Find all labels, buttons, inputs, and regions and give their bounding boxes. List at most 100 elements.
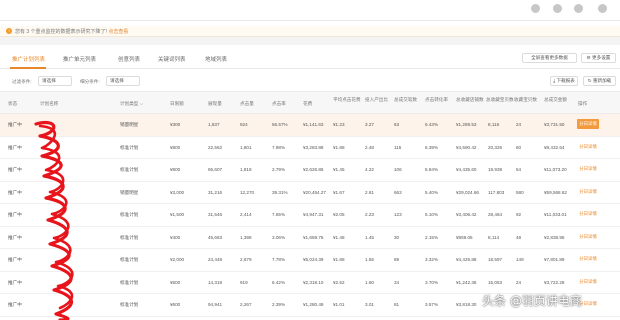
table-row[interactable]: 推广中 标准计划 ¥500 14,318 919 6.42% ¥2,318.10 ¥2.52 1… bbox=[0, 271, 620, 294]
help-icon[interactable] bbox=[574, 4, 583, 13]
cell-gmv: ¥7,801.89 bbox=[544, 257, 565, 262]
filter1-select[interactable]: 请选择 bbox=[38, 76, 72, 86]
table-row[interactable]: 推广中 标准计划 ¥2,000 24,448 2,679 7.78% ¥5,024.39 ¥1… bbox=[0, 249, 620, 272]
th-roi[interactable]: 投入产出比 bbox=[365, 97, 391, 103]
daily-detail-button[interactable]: 分日详情 bbox=[577, 187, 599, 197]
th-impressions[interactable]: 展现量 bbox=[208, 101, 222, 107]
cell-ctr: 3.06% bbox=[272, 234, 286, 240]
th-gmv[interactable]: 总成交金额 bbox=[544, 97, 574, 103]
top-divider bbox=[0, 20, 620, 21]
cell-type: 标准计划 bbox=[120, 144, 139, 150]
more-settings-button[interactable]: ⚙ 更多设置 bbox=[581, 53, 616, 63]
cell-budget: ¥3,000 bbox=[170, 189, 185, 195]
cell-shop-fav: ¥1,289.53 bbox=[456, 122, 477, 127]
th-clicks[interactable]: 点击量 bbox=[240, 101, 254, 107]
cell-orders: 30 bbox=[394, 234, 400, 240]
cell-shop-fav: ¥1,242.35 bbox=[456, 279, 477, 285]
cell-status: 推广中 bbox=[8, 122, 22, 127]
th-fav[interactable]: 收藏宝贝数 bbox=[514, 97, 542, 103]
th-budget[interactable]: 日限额 bbox=[170, 101, 184, 107]
table-row[interactable]: 推广中 销量明星 ¥3,000 31,216 12,270 39.31% ¥20,454.2… bbox=[0, 181, 620, 204]
message-icon[interactable] bbox=[553, 4, 562, 13]
cell-fav: 92 bbox=[516, 212, 522, 217]
cell-ctr: 7.98% bbox=[272, 144, 286, 150]
daily-detail-button[interactable]: 分日详情 bbox=[577, 209, 599, 219]
table-row[interactable]: 推广中 标准计划 ¥400 45,663 1,398 3.06% ¥1,659.75 ¥1.4… bbox=[0, 226, 620, 249]
cell-roi: 2.23 bbox=[365, 212, 374, 217]
cell-ctr: 39.31% bbox=[272, 189, 288, 195]
cell-impressions: 1,637 bbox=[208, 122, 220, 127]
cell-budget: ¥600 bbox=[170, 302, 181, 307]
table-row[interactable]: 推广中 标准计划 ¥800 22,562 1,801 7.98% ¥3,283.88 ¥1.8… bbox=[0, 136, 620, 159]
cell-budget: ¥800 bbox=[170, 167, 181, 172]
cell-clicks: 1,801 bbox=[240, 144, 252, 150]
cell-type: 标准计划 bbox=[120, 234, 139, 240]
user-avatar-icon[interactable] bbox=[531, 4, 540, 13]
daily-detail-button[interactable]: 分日详情 bbox=[577, 232, 599, 242]
cell-cost: ¥20,454.27 bbox=[303, 189, 326, 195]
table-row[interactable]: 推广中 销量明星 ¥300 1,637 924 56.57% ¥1,141.63 ¥1.23 3… bbox=[0, 114, 620, 137]
cell-type: 标准计划 bbox=[120, 257, 139, 262]
daily-detail-button[interactable]: 分日详情 bbox=[577, 277, 599, 287]
th-cpc[interactable]: 平均点击花费 bbox=[333, 97, 361, 103]
cell-cvr: 3.57% bbox=[425, 302, 439, 307]
cell-item-fav: 8,116 bbox=[488, 122, 500, 127]
th-shop-fav[interactable]: 总收藏店铺数 bbox=[456, 97, 484, 103]
tab-creative-list[interactable]: 创意列表 bbox=[118, 55, 140, 63]
cell-status: 推广中 bbox=[8, 167, 22, 172]
tab-campaign-list[interactable]: 推广计划列表 bbox=[12, 55, 45, 63]
tab-keyword-list[interactable]: 关键词列表 bbox=[158, 55, 186, 63]
cell-status: 推广中 bbox=[8, 302, 22, 307]
th-orders[interactable]: 总成交笔数 bbox=[394, 97, 422, 103]
watermark: 头条 @羽页讲电商 bbox=[482, 294, 582, 308]
daily-detail-button[interactable]: 分日详情 bbox=[577, 142, 599, 152]
cell-type: 标准计划 bbox=[120, 212, 139, 217]
filter-bar: 过滤条件: 请选择 细分条件: 请选择 ⤓ 下载报表 ↻ 重新加载 bbox=[0, 69, 620, 91]
daily-detail-button[interactable]: 分日详情 bbox=[577, 164, 599, 174]
daily-detail-button[interactable]: 分日详情 bbox=[577, 119, 599, 129]
section-gap bbox=[0, 37, 620, 45]
reload-button[interactable]: ↻ 重新加载 bbox=[583, 76, 616, 86]
th-type[interactable]: 计划类型 ⌵ bbox=[120, 101, 143, 107]
th-item-fav[interactable]: 总收藏宝贝数 bbox=[486, 97, 514, 103]
cell-cost: ¥5,024.39 bbox=[303, 257, 324, 262]
th-cvr[interactable]: 点击转化率 bbox=[425, 97, 453, 103]
top-bar bbox=[0, 0, 620, 22]
th-cost[interactable]: 花费 bbox=[303, 101, 312, 107]
fullscreen-button[interactable]: 全屏查看更多数据 bbox=[522, 53, 577, 63]
tab-unit-list[interactable]: 推广单元列表 bbox=[63, 55, 96, 63]
notice-link[interactable]: 点击查看 bbox=[108, 29, 128, 35]
cell-cpc: ¥1.23 bbox=[333, 122, 345, 127]
cell-status: 推广中 bbox=[8, 212, 22, 217]
export-button[interactable]: ⤓ 下载报表 bbox=[550, 76, 578, 86]
cell-ctr: 7.65% bbox=[272, 212, 286, 217]
settings-icon[interactable] bbox=[598, 4, 607, 13]
cell-budget: ¥300 bbox=[170, 122, 181, 127]
cell-status: 推广中 bbox=[8, 234, 22, 240]
daily-detail-button[interactable]: 分日详情 bbox=[577, 254, 599, 264]
filter2-value: 请选择 bbox=[110, 78, 124, 83]
th-ctr[interactable]: 点击率 bbox=[272, 101, 286, 107]
filter2-select[interactable]: 请选择 bbox=[106, 76, 140, 86]
table-row[interactable]: 推广中 标准计划 ¥800 65,607 1,818 2.79% ¥2,626.86 ¥1.4… bbox=[0, 159, 620, 182]
cell-gmv: ¥8,432.64 bbox=[544, 144, 565, 150]
cell-clicks: 2,267 bbox=[240, 302, 252, 307]
fullscreen-label: 全屏查看更多数据 bbox=[531, 55, 568, 60]
cell-cvr: 6.43% bbox=[425, 122, 439, 127]
cell-impressions: 14,318 bbox=[208, 279, 223, 285]
cell-orders: 63 bbox=[394, 122, 400, 127]
cell-clicks: 924 bbox=[240, 122, 248, 127]
cell-shop-fav: ¥4,590.42 bbox=[456, 144, 477, 150]
table-row[interactable]: 推广中 标准计划 ¥1,500 31,546 2,414 7.65% ¥4,947.31 ¥2… bbox=[0, 204, 620, 227]
cell-budget: ¥500 bbox=[170, 279, 181, 285]
cell-cpc: ¥1.01 bbox=[333, 302, 345, 307]
cell-cpc: ¥1.88 bbox=[333, 144, 345, 150]
cell-fav: 24 bbox=[516, 122, 522, 127]
cell-gmv: ¥3,731.50 bbox=[544, 122, 565, 127]
more-settings-label: 更多设置 bbox=[592, 55, 611, 60]
cell-cvr: 5.84% bbox=[425, 167, 439, 172]
export-label: 下载报表 bbox=[556, 78, 575, 83]
tab-region-list[interactable]: 地域列表 bbox=[205, 55, 227, 63]
notice-bar: ! 您有 3 个重点监控的数据表示研究下降了! 点击查看 bbox=[0, 26, 620, 37]
th-name: 计划名称 bbox=[40, 101, 59, 106]
